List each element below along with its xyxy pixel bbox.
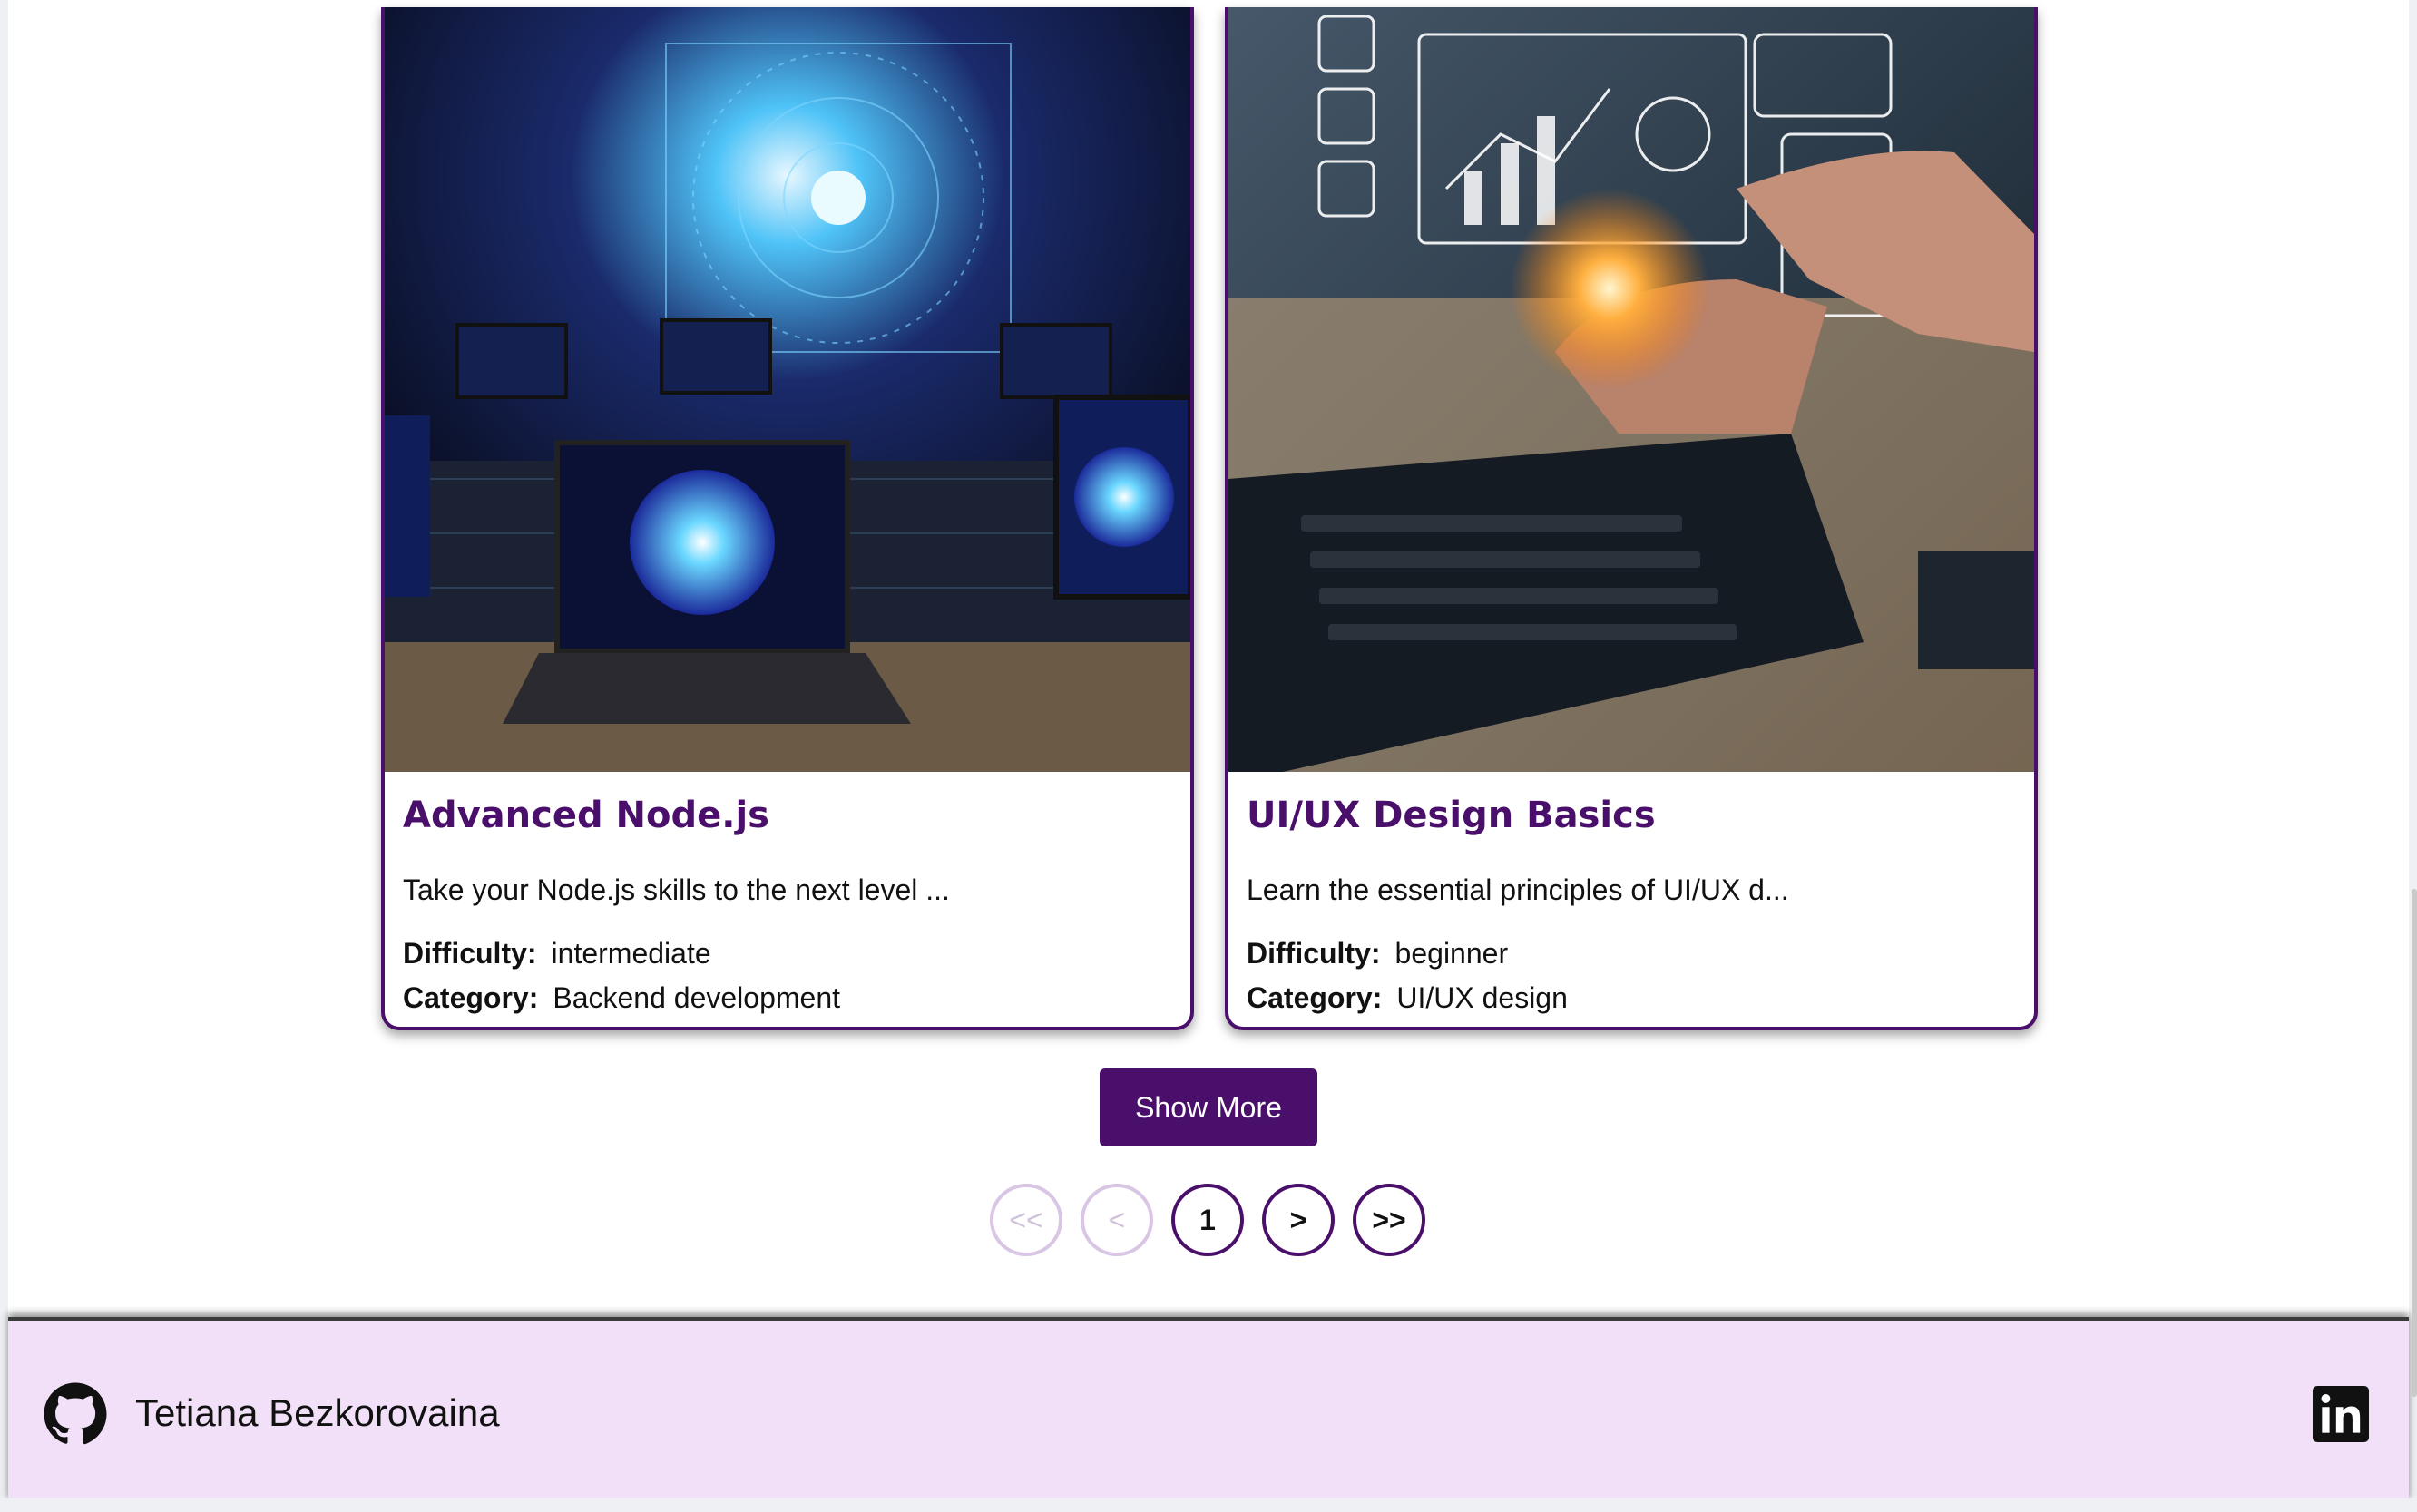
browser-bottom-strip (0, 1498, 2417, 1512)
course-card[interactable]: Advanced Node.js Take your Node.js skill… (381, 7, 1194, 1030)
page (8, 0, 2409, 1512)
course-category: Category: UI/UX design (1247, 981, 1568, 1015)
course-title[interactable]: UI/UX Design Basics (1247, 795, 1656, 836)
difficulty-label: Difficulty: (1247, 937, 1381, 970)
difficulty-value: beginner (1394, 937, 1509, 970)
course-description: Take your Node.js skills to the next lev… (403, 873, 950, 906)
difficulty-value: intermediate (551, 937, 711, 970)
course-difficulty: Difficulty: intermediate (403, 937, 711, 971)
course-image-uiux (1228, 7, 2034, 772)
course-difficulty: Difficulty: beginner (1247, 937, 1508, 971)
category-value: UI/UX design (1396, 981, 1568, 1014)
last-page-button[interactable]: >> (1353, 1184, 1425, 1256)
scrollbar-thumb[interactable] (2412, 889, 2417, 1397)
course-image-node (385, 7, 1190, 772)
github-icon[interactable] (43, 1381, 108, 1447)
next-page-button[interactable]: > (1262, 1184, 1335, 1256)
author-name: Tetiana Bezkorovaina (135, 1391, 500, 1434)
page-1-button[interactable]: 1 (1171, 1184, 1244, 1256)
footer: Tetiana Bezkorovaina (8, 1317, 2409, 1502)
category-value: Backend development (553, 981, 841, 1014)
category-label: Category: (1247, 981, 1383, 1014)
course-category: Category: Backend development (403, 981, 840, 1015)
category-label: Category: (403, 981, 539, 1014)
difficulty-label: Difficulty: (403, 937, 537, 970)
first-page-button[interactable]: << (990, 1184, 1062, 1256)
course-description: Learn the essential principles of UI/UX … (1247, 873, 1789, 906)
prev-page-button[interactable]: < (1081, 1184, 1153, 1256)
course-title[interactable]: Advanced Node.js (403, 795, 769, 836)
course-card[interactable]: UI/UX Design Basics Learn the essential … (1225, 7, 2038, 1030)
linkedin-icon[interactable] (2313, 1386, 2369, 1442)
show-more-button[interactable]: Show More (1100, 1068, 1317, 1146)
